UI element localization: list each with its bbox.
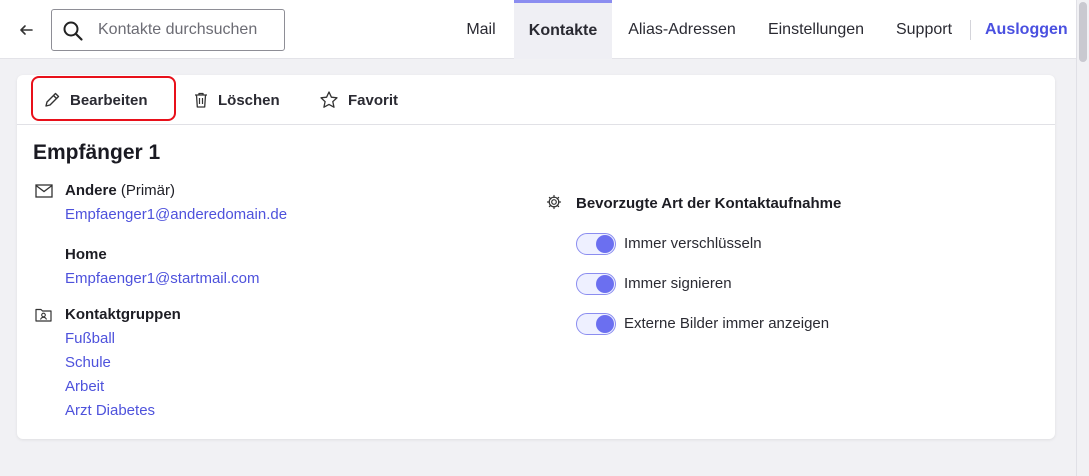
delete-button-label: Löschen (218, 91, 280, 109)
contact-groups-label: Kontaktgruppen (65, 306, 181, 323)
delete-button[interactable]: Löschen (193, 75, 280, 125)
logout-link[interactable]: Ausloggen (985, 0, 1068, 59)
email-link-home[interactable]: Empfaenger1@startmail.com (65, 270, 259, 287)
group-link-arbeit[interactable]: Arbeit (65, 378, 104, 395)
contact-toolbar: Bearbeiten Löschen Favorit (17, 75, 1055, 125)
group-link-schule[interactable]: Schule (65, 354, 111, 371)
nav-mail[interactable]: Mail (452, 0, 510, 59)
trash-icon (195, 92, 207, 108)
contact-preference-title: Bevorzugte Art der Kontaktaufnahme (576, 195, 842, 212)
toggle-knob (596, 235, 614, 253)
email-link-andere[interactable]: Empfaenger1@anderedomain.de (65, 206, 287, 223)
gear-icon (546, 194, 562, 210)
nav-divider (970, 20, 971, 40)
search-icon (63, 21, 83, 41)
arrow-left-icon (20, 25, 33, 35)
nav-alias-adressen[interactable]: Alias-Adressen (620, 0, 744, 59)
toggle-immer-verschluesseln[interactable] (576, 233, 616, 255)
back-button[interactable] (14, 18, 38, 42)
contact-name: Empfänger 1 (33, 141, 161, 164)
pencil-icon (45, 92, 60, 107)
email-type-label: Andere (65, 182, 117, 199)
primary-note: (Primär) (120, 182, 176, 199)
favorite-button[interactable]: Favorit (319, 75, 398, 125)
scrollbar[interactable] (1076, 0, 1089, 476)
favorite-button-label: Favorit (348, 91, 399, 109)
contact-detail-card: Bearbeiten Löschen Favorit Empfänger 1 A… (17, 75, 1055, 439)
contact-group-icon (35, 308, 52, 322)
toggle-label-signieren: Immer signieren (624, 275, 732, 292)
search-input[interactable] (98, 10, 278, 50)
edit-button-label: Bearbeiten (70, 91, 148, 109)
top-bar: Mail Kontakte Alias-Adressen Einstellung… (0, 0, 1089, 59)
group-link-arzt-diabetes[interactable]: Arzt Diabetes (65, 402, 155, 419)
toggle-label-externe-bilder: Externe Bilder immer anzeigen (624, 315, 830, 332)
edit-button[interactable]: Bearbeiten (43, 75, 148, 125)
group-link-fussball[interactable]: Fußball (65, 330, 115, 347)
email-label-home: Home (65, 246, 107, 263)
toggle-label-verschluesseln: Immer verschlüsseln (624, 235, 762, 252)
email-label-andere: Andere (Primär) (65, 182, 175, 199)
toggle-knob (596, 275, 614, 293)
star-icon (320, 91, 338, 108)
toggle-knob (596, 315, 614, 333)
search-box[interactable] (51, 9, 285, 51)
toggle-immer-signieren[interactable] (576, 273, 616, 295)
nav-einstellungen[interactable]: Einstellungen (758, 0, 874, 59)
nav-kontakte[interactable]: Kontakte (514, 0, 612, 59)
mail-icon (35, 184, 53, 198)
nav-support[interactable]: Support (886, 0, 962, 59)
scrollbar-thumb[interactable] (1079, 2, 1087, 62)
toggle-externe-bilder[interactable] (576, 313, 616, 335)
